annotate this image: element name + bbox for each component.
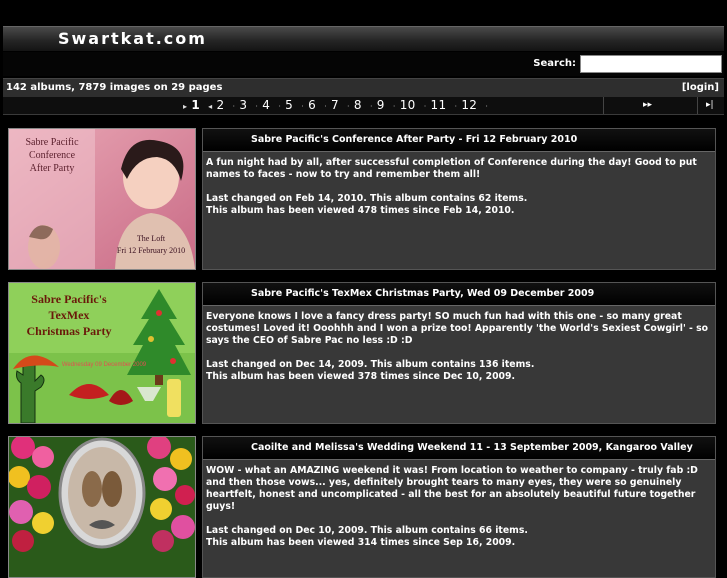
page-separator: ·: [278, 102, 282, 111]
album-title[interactable]: Sabre Pacific's TexMex Christmas Party, …: [251, 288, 594, 299]
album-details: WOW - what an AMAZING weekend it was! Fr…: [203, 460, 715, 549]
album-title[interactable]: Sabre Pacific's Conference After Party -…: [251, 134, 577, 145]
album-changed: Last changed on Dec 14, 2009. This album…: [206, 359, 535, 370]
pager-divider: [603, 97, 604, 114]
album-description: WOW - what an AMAZING weekend it was! Fr…: [206, 465, 698, 512]
album-details: A fun night had by all, after successful…: [203, 152, 715, 217]
album-thumbnail[interactable]: Sabre Pacific's TexMex Christmas Party W…: [8, 282, 196, 424]
album-views: This album has been viewed 378 times sin…: [206, 371, 516, 382]
thumb-text: TexMex: [49, 308, 90, 322]
page-marker-icon: ◂: [208, 102, 213, 111]
gallery-info-bar: 142 albums, 7879 images on 29 pages [log…: [3, 78, 724, 97]
page-link-10[interactable]: 10: [400, 98, 416, 112]
search-label: Search:: [533, 58, 576, 69]
page-separator: ·: [423, 102, 427, 111]
page-separator: ·: [347, 102, 350, 111]
album-details: Everyone knows I love a fancy dress part…: [203, 306, 715, 383]
thumb-text: Fri 12 February 2010: [117, 246, 185, 255]
album-title-bar: Sabre Pacific's Conference After Party -…: [203, 129, 715, 152]
gallery-summary: 142 albums, 7879 images on 29 pages: [6, 82, 223, 93]
thumb-text: Wednesday 09 December 2009: [62, 362, 147, 368]
page-link-5[interactable]: 5: [285, 98, 293, 112]
page-link-2[interactable]: 2: [216, 98, 224, 112]
fast-forward-icon[interactable]: ▸▸: [643, 100, 652, 110]
page-link-4[interactable]: 4: [262, 98, 270, 112]
page-separator: ·: [255, 102, 259, 111]
album-title-bar: Sabre Pacific's TexMex Christmas Party, …: [203, 283, 715, 306]
page-link-3[interactable]: 3: [239, 98, 247, 112]
album-changed: Last changed on Dec 10, 2009. This album…: [206, 525, 528, 536]
site-banner: Swartkat.com: [3, 26, 724, 51]
page-link-9[interactable]: 9: [377, 98, 385, 112]
album-title-bar: Caoilte and Melissa's Wedding Weekend 11…: [203, 437, 715, 460]
skip-to-end-icon[interactable]: ▸|: [706, 100, 714, 110]
thumb-text: Sabre Pacific: [25, 137, 79, 148]
page-numbers: ▸ 1 ◂ 2 · 3 · 4 · 5 · 6 · 7 · 8 · 9 · 10 · 11 · 12 ·: [181, 98, 490, 112]
album-panel: Sabre Pacific's TexMex Christmas Party, …: [202, 282, 716, 424]
album-description: Everyone knows I love a fancy dress part…: [206, 311, 709, 346]
thumb-text: Christmas Party: [27, 324, 112, 338]
page-1-current: 1: [191, 98, 200, 112]
site-title[interactable]: Swartkat.com: [58, 29, 207, 48]
album-thumbnail[interactable]: [8, 436, 196, 578]
page-link-11[interactable]: 11: [431, 98, 447, 112]
album-changed: Last changed on Feb 14, 2010. This album…: [206, 193, 528, 204]
page-link-6[interactable]: 6: [308, 98, 316, 112]
album-panel: Caoilte and Melissa's Wedding Weekend 11…: [202, 436, 716, 578]
thumb-text: The Loft: [137, 234, 166, 243]
thumb-text: After Party: [30, 163, 75, 174]
login-link[interactable]: [login]: [682, 82, 719, 93]
album-thumbnail[interactable]: Sabre Pacific Conference After Party The…: [8, 128, 196, 270]
page-separator: ·: [301, 102, 305, 111]
page-link-7[interactable]: 7: [331, 98, 339, 112]
page-marker-icon: ▸: [183, 102, 188, 111]
page-link-12[interactable]: 12: [461, 98, 477, 112]
thumb-text: Sabre Pacific's: [31, 292, 107, 306]
page-separator: ·: [485, 102, 489, 111]
album-panel: Sabre Pacific's Conference After Party -…: [202, 128, 716, 270]
album-title[interactable]: Caoilte and Melissa's Wedding Weekend 11…: [251, 442, 693, 453]
page-separator: ·: [232, 102, 236, 111]
search-input[interactable]: [580, 55, 722, 73]
pagination: ▸ 1 ◂ 2 · 3 · 4 · 5 · 6 · 7 · 8 · 9 · 10 · 11 · 12 ·…: [3, 97, 724, 115]
thumb-text: Conference: [29, 150, 76, 161]
album-description: A fun night had by all, after successful…: [206, 157, 697, 180]
page-link-8[interactable]: 8: [354, 98, 362, 112]
page-separator: ·: [369, 102, 373, 111]
page-separator: ·: [454, 102, 458, 111]
album-views: This album has been viewed 314 times sin…: [206, 537, 516, 548]
search-bar: Search:: [3, 52, 724, 76]
album-views: This album has been viewed 478 times sin…: [206, 205, 515, 216]
pager-divider: [697, 97, 698, 114]
page-separator: ·: [324, 102, 327, 111]
page-separator: ·: [392, 102, 396, 111]
